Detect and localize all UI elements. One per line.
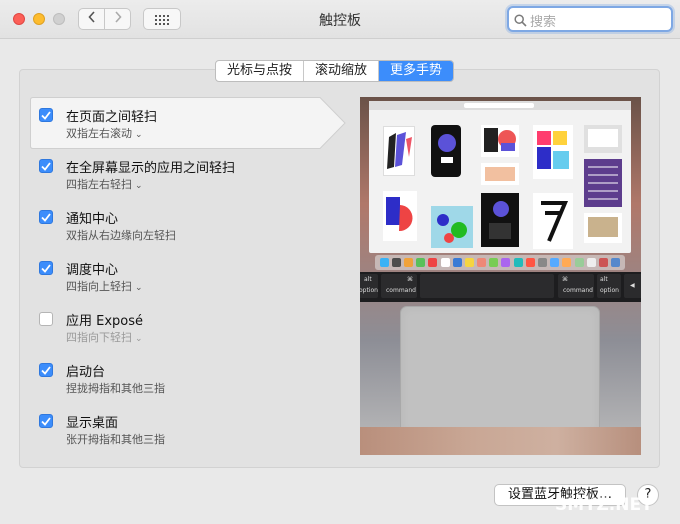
checkmark-icon (41, 365, 51, 375)
preview-key-command-left: ⌘ command (381, 274, 417, 298)
preview-poster (481, 125, 519, 157)
gesture-detail: 双指从右边缘向左轻扫 (66, 229, 176, 242)
search-icon (514, 12, 527, 31)
preview-keyboard: alt option ⌘ command ⌘ command alt option ◀ (360, 272, 641, 302)
preview-trackpad (400, 306, 600, 436)
gesture-option-menu[interactable]: 四指向上轻扫 ⌄ (66, 278, 143, 294)
preview-key-option-right: alt option (597, 274, 621, 298)
search-placeholder: 搜索 (530, 15, 557, 30)
swipe-fullscreen-apps-checkbox[interactable] (39, 159, 53, 173)
preview-hands (360, 427, 641, 455)
show-desktop-checkbox[interactable] (39, 414, 53, 428)
gesture-label: 调度中心 (66, 263, 119, 278)
preview-poster (383, 126, 415, 176)
chevron-down-icon: ⌄ (135, 334, 143, 344)
preview-dock (375, 255, 625, 270)
tab-point-click[interactable]: 光标与点按 (216, 61, 305, 81)
gesture-label: 显示桌面 (66, 416, 119, 431)
preview-poster (383, 191, 417, 241)
gesture-option-menu[interactable]: 双指左右滚动 ⌄ (66, 125, 143, 141)
launchpad-checkbox[interactable] (39, 363, 53, 377)
preview-key-option-left: alt option (360, 274, 378, 298)
preview-poster (431, 125, 461, 177)
checkmark-icon (41, 416, 51, 426)
search-field[interactable]: 搜索 (507, 6, 673, 32)
mission-control-checkbox[interactable] (39, 261, 53, 275)
preview-poster (533, 193, 573, 249)
chevron-down-icon: ⌄ (135, 181, 143, 191)
preview-key-arrow-left: ◀ (624, 274, 641, 298)
gesture-option-menu[interactable]: 四指左右轻扫 ⌄ (66, 176, 143, 192)
notification-center-checkbox[interactable] (39, 210, 53, 224)
preview-browser-address-bar (464, 103, 534, 108)
title-bar: 触控板 搜索 (0, 0, 680, 39)
preview-poster (584, 125, 622, 153)
preview-poster (584, 213, 622, 243)
gesture-label: 在全屏幕显示的应用之间轻扫 (66, 161, 236, 176)
chevron-down-icon: ⌄ (135, 283, 143, 293)
tab-more-gestures[interactable]: 更多手势 (379, 61, 454, 81)
gesture-preview-video: alt option ⌘ command ⌘ command alt option ◀ (360, 97, 641, 455)
gesture-option-menu[interactable]: 四指向下轻扫 ⌄ (66, 329, 143, 345)
checkmark-icon (41, 212, 51, 222)
preview-key-command-right: ⌘ command (558, 274, 594, 298)
checkmark-icon (41, 110, 51, 120)
gesture-detail: 张开拇指和其他三指 (66, 433, 165, 446)
preview-poster (431, 206, 473, 248)
gesture-label: 启动台 (66, 365, 106, 380)
swipe-pages-checkbox[interactable] (39, 108, 53, 122)
checkmark-icon (41, 161, 51, 171)
tab-scroll-zoom[interactable]: 滚动缩放 (304, 61, 380, 81)
checkmark-icon (41, 263, 51, 273)
preview-poster (533, 125, 573, 179)
chevron-down-icon: ⌄ (135, 130, 143, 140)
gesture-label: 在页面之间轻扫 (66, 110, 158, 125)
preview-key-space (420, 274, 554, 298)
preview-poster (481, 193, 519, 247)
tab-bar: 光标与点按 滚动缩放 更多手势 (215, 60, 455, 82)
preview-laptop-screen (369, 101, 631, 253)
app-expose-checkbox[interactable] (39, 312, 53, 326)
preview-poster (481, 163, 519, 185)
gesture-label: 通知中心 (66, 212, 119, 227)
watermark: SMYZ.NET (555, 495, 653, 515)
preview-poster (584, 159, 622, 207)
gesture-detail: 捏拢拇指和其他三指 (66, 382, 165, 395)
gesture-label: 应用 Exposé (66, 314, 144, 329)
